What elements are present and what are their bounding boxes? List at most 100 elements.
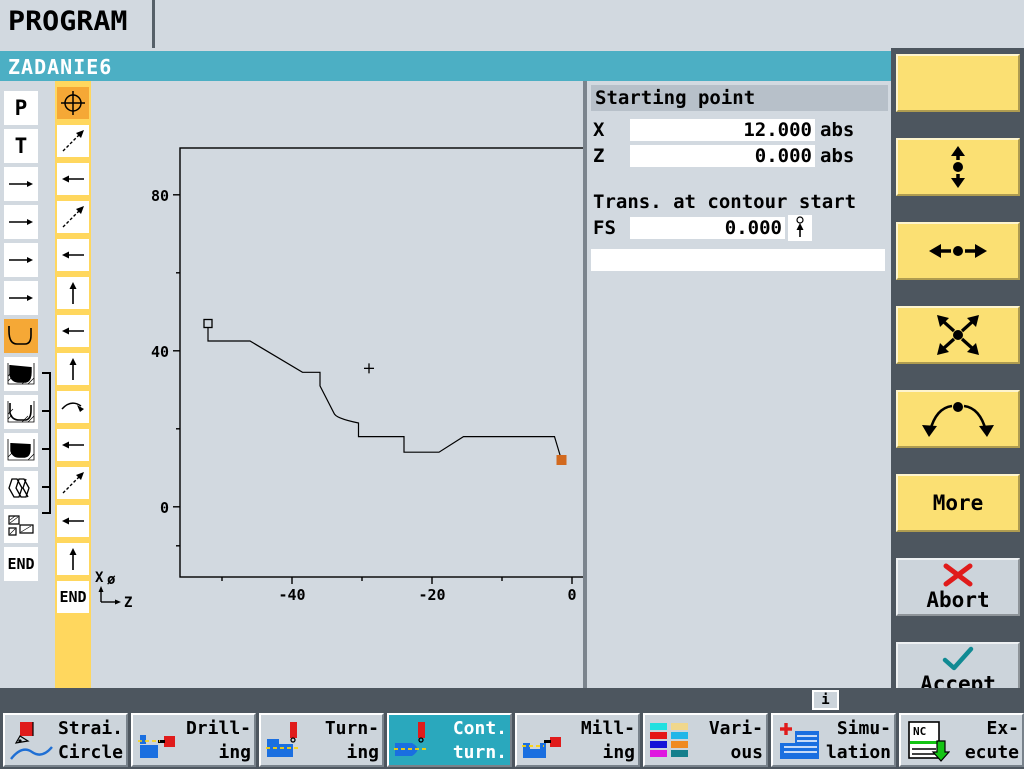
line-horizontal-4-icon[interactable] [57,429,89,461]
linear-move-3-icon[interactable] [4,243,38,277]
arrows-diagonal-icon [930,312,986,358]
program-title-bar: ZADANIE6 [0,51,891,81]
contour-turn-icon [392,719,438,765]
line-diagonal-3-icon[interactable] [57,467,89,499]
axis-orientation-indicator: XøZ [95,568,141,614]
softkey-milling[interactable]: Mill- ing [515,713,640,767]
line-diagonal-2-icon[interactable] [57,201,89,233]
arc-1-icon[interactable] [57,391,89,423]
contour-icon[interactable] [4,319,38,353]
softkey-contour-turning[interactable]: Cont. turn. [387,713,512,767]
form-status-bar [591,249,885,271]
linear-move-2-icon[interactable] [4,205,38,239]
nc-execute-icon: NC [904,719,951,765]
top-bar: PROGRAM [0,0,1024,48]
linear-move-1-icon[interactable] [4,167,38,201]
softkey-milling-label: Mill- ing [580,718,635,763]
softkey-turning[interactable]: Turn- ing [259,713,384,767]
svg-text:80: 80 [151,187,169,205]
svg-text:X: X [95,570,104,586]
svg-text:Z: Z [124,595,132,611]
chamfer-icon[interactable] [788,215,812,241]
contour-end-icon[interactable]: END [57,581,89,613]
field-value-fs[interactable]: 0.000 [630,217,785,239]
program-head-icon-label: P [14,96,28,120]
line-vertical-1-icon[interactable] [57,277,89,309]
softkey-blank[interactable] [896,54,1020,112]
start-point-icon[interactable] [57,87,89,119]
finishing-icon[interactable] [4,433,38,467]
softkey-straight-circle-label: Strai. Circle [57,718,123,763]
color-grid-icon [648,719,694,765]
linear-move-4-icon[interactable] [4,281,38,315]
field-value-x[interactable]: 12.000 [630,119,815,141]
line-horizontal-1-icon[interactable] [57,163,89,195]
form-header: Starting point [591,85,888,111]
softkey-zoom-all[interactable] [896,306,1020,364]
parameter-form: Starting point X 12.000 abs Z 0.000 abs … [588,81,891,688]
drill-icon [136,719,182,765]
svg-text:ø: ø [107,572,116,588]
vertical-softkey-bar: More Abort Accept [891,48,1024,705]
tool-curve-icon [8,719,54,765]
softkey-turning-label: Turn- ing [324,718,379,763]
horizontal-softkey-bar: Strai. Circle Drill- ing Turn- ing Cont. tu… [0,688,1024,769]
groove-icon[interactable] [4,509,38,543]
form-section-title: Trans. at contour start [593,191,857,213]
end-of-program-icon[interactable]: END [4,547,38,581]
contour-graphic-area[interactable]: 80 40 0 -40 -20 0 [93,81,587,688]
softkey-abort-label: Abort [926,588,990,612]
svg-text:NC: NC [913,725,926,738]
softkey-rotate[interactable] [896,390,1020,448]
svg-text:0: 0 [160,499,169,517]
softkey-more-label: More [932,491,984,515]
softkey-various[interactable]: Vari- ous [643,713,768,767]
field-unit-z[interactable]: abs [820,145,854,167]
graphic-form-divider [583,81,587,688]
softkey-simulation[interactable]: Simu- lation [771,713,896,767]
svg-text:0: 0 [567,586,576,604]
teal-check-icon [941,646,975,672]
softkey-straight-circle[interactable]: Strai. Circle [3,713,128,767]
program-element-list: P T END [0,81,52,688]
info-button[interactable]: i [812,690,839,710]
field-unit-x[interactable]: abs [820,119,854,141]
softkey-abort[interactable]: Abort [896,558,1020,616]
softkey-drilling-label: Drill- ing [185,718,251,763]
softkey-zoom-horizontal[interactable] [896,222,1020,280]
softkey-execute-label: Ex- ecute [964,718,1019,763]
tool-icon-label: T [14,134,28,158]
contour-element-list: END [55,81,91,688]
application-window: PROGRAM ZADANIE6 P T END END 80 40 0 -40 -20 0 … [0,0,1024,769]
thread-icon[interactable] [4,471,38,505]
line-vertical-3-icon[interactable] [57,543,89,575]
softkey-zoom-vertical[interactable] [896,138,1020,196]
softkey-more[interactable]: More [896,474,1020,532]
line-vertical-2-icon[interactable] [57,353,89,385]
tool-icon[interactable]: T [4,129,38,163]
residual-material-icon[interactable] [4,395,38,429]
simulation-icon [776,719,822,765]
softkey-execute[interactable]: NC Ex- ecute [899,713,1024,767]
softkey-simulation-label: Simu- lation [825,718,891,763]
softkey-contour-turning-label: Cont. turn. [452,718,507,763]
line-horizontal-5-icon[interactable] [57,505,89,537]
arrows-horizontal-icon [923,234,993,268]
svg-text:-40: -40 [278,586,305,604]
contour-plot: 80 40 0 -40 -20 0 [151,147,587,604]
softkey-drilling[interactable]: Drill- ing [131,713,256,767]
turning-icon [264,719,310,765]
program-head-icon[interactable]: P [4,91,38,125]
softkey-various-label: Vari- ous [708,718,763,763]
line-horizontal-3-icon[interactable] [57,315,89,347]
line-diagonal-1-icon[interactable] [57,125,89,157]
stock-removal-icon[interactable] [4,357,38,391]
app-title: PROGRAM [8,6,128,37]
line-horizontal-2-icon[interactable] [57,239,89,271]
program-name: ZADANIE6 [8,55,113,79]
svg-text:-20: -20 [418,586,445,604]
field-value-z[interactable]: 0.000 [630,145,815,167]
top-bar-divider [152,0,155,48]
main-area: P T END END 80 40 0 -40 -20 0 Starting point X … [0,81,891,688]
field-label-fs: FS [593,217,616,239]
